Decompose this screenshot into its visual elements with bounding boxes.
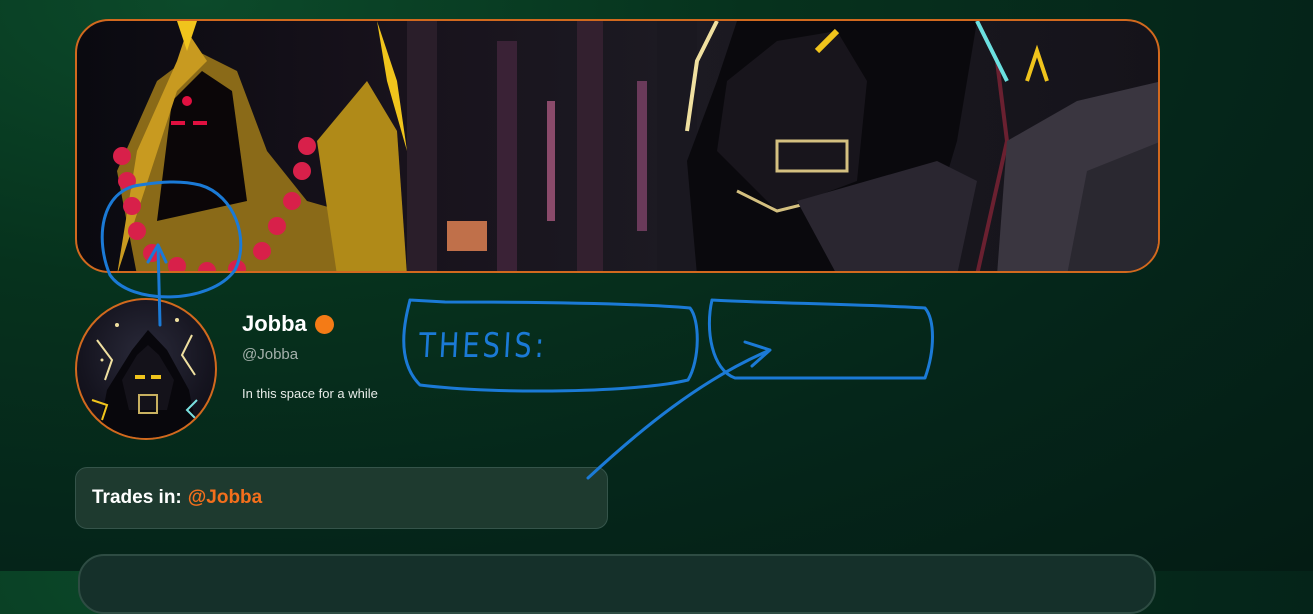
annotation-arrow-diag <box>586 340 772 480</box>
avatar-image <box>91 318 203 438</box>
trades-card: Trades in: @Jobba <box>75 467 608 529</box>
annotation-thesis-text: THESIS: <box>417 326 549 366</box>
content-card <box>78 554 1156 614</box>
profile-bio: In this space for a while <box>242 386 378 401</box>
annotation-right-box <box>707 298 934 380</box>
profile-avatar[interactable] <box>75 298 217 440</box>
profile-handle: @Jobba <box>242 346 299 363</box>
banner-artwork <box>113 21 1158 271</box>
trades-label: Trades in: <box>92 487 182 508</box>
verified-badge-icon <box>314 314 334 334</box>
profile-banner <box>75 19 1160 273</box>
trades-link[interactable]: @Jobba <box>188 487 262 509</box>
profile-name-text: Jobba <box>242 311 307 336</box>
profile-name: Jobba <box>242 311 334 337</box>
